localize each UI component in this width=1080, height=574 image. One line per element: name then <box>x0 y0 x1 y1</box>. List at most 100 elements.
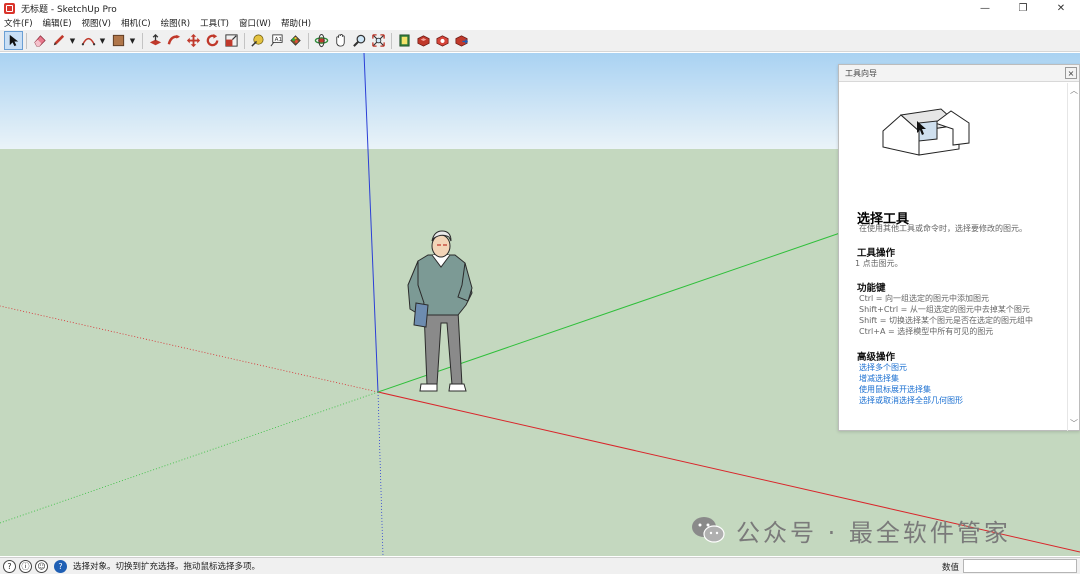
menu-tools[interactable]: 工具(T) <box>200 17 229 29</box>
ops-step: 1 点击图元。 <box>855 259 903 268</box>
pencil-icon <box>53 34 65 46</box>
menu-bar: 文件(F) 编辑(E) 视图(V) 相机(C) 绘图(R) 工具(T) 窗口(W… <box>0 16 1080 30</box>
scroll-up-icon[interactable]: ︿ <box>1070 85 1078 96</box>
menu-edit[interactable]: 编辑(E) <box>43 17 72 29</box>
panel-close-button[interactable]: × <box>1065 67 1077 79</box>
toolbar-separator <box>391 32 392 49</box>
share-model-button[interactable] <box>452 31 471 50</box>
eraser-tool-button[interactable] <box>30 31 49 50</box>
key-shift: Shift = 切换选择某个图元是否在选定的图元组中 <box>859 316 1033 325</box>
move-tool-button[interactable] <box>184 31 203 50</box>
select-icon <box>9 34 19 47</box>
toolbar-separator <box>142 32 143 49</box>
advanced-heading: 高级操作 <box>857 352 896 363</box>
main-toolbar: ▼ ▼ ▼ A1 <box>0 30 1080 52</box>
key-shift-ctrl: Shift+Ctrl = 从一组选定的图元中去掉某个图元 <box>859 305 1030 314</box>
extension-manager-button[interactable] <box>433 31 452 50</box>
rectangle-dropdown[interactable]: ▼ <box>128 31 137 50</box>
link-expand-selection[interactable]: 使用鼠标展开选择集 <box>859 384 931 395</box>
sketchup-logo-icon <box>4 2 15 14</box>
zoom-extents-icon <box>372 34 385 47</box>
push-pull-icon <box>149 33 162 46</box>
scale-icon <box>225 34 238 47</box>
menu-view[interactable]: 视图(V) <box>82 17 111 29</box>
watermark-text: 公众号 · 最全软件管家 <box>736 518 1011 547</box>
menu-draw[interactable]: 绘图(R) <box>161 17 191 29</box>
tool-description: 在使用其他工具或命令时，选择要修改的图元。 <box>859 224 1027 233</box>
arc-dropdown[interactable]: ▼ <box>98 31 107 50</box>
pencil-tool-button[interactable] <box>49 31 68 50</box>
arc-icon <box>81 37 96 46</box>
zoom-tool-button[interactable] <box>350 31 369 50</box>
help-icon[interactable]: ? <box>54 559 67 573</box>
panel-header: 工具向导 <box>839 65 1079 82</box>
geo-location-icon[interactable]: ? <box>3 559 16 573</box>
extension-icon <box>417 35 430 47</box>
rectangle-icon <box>112 34 125 47</box>
menu-window[interactable]: 窗口(W) <box>239 17 271 29</box>
select-tool-illustration <box>882 108 970 156</box>
move-icon <box>186 33 201 48</box>
panel-content: 选择工具 在使用其他工具或命令时，选择要修改的图元。 工具操作 1 点击图元。 … <box>839 83 1067 431</box>
paint-bucket-tool-button[interactable] <box>286 31 305 50</box>
menu-help[interactable]: 帮助(H) <box>281 17 311 29</box>
3d-warehouse-button[interactable] <box>395 31 414 50</box>
measurements-input[interactable] <box>963 559 1077 573</box>
orbit-tool-button[interactable] <box>312 31 331 50</box>
status-message: 选择对象。切换到扩充选择。拖动鼠标选择多项。 <box>73 562 261 572</box>
title-bar: 无标题 - SketchUp Pro — ❐ ✕ <box>0 0 1080 16</box>
key-ctrl: Ctrl = 向一组选定的图元中添加图元 <box>859 294 990 303</box>
keys-heading: 功能键 <box>857 283 886 294</box>
toolbar-separator <box>244 32 245 49</box>
toolbar-separator <box>26 32 27 49</box>
eraser-icon <box>34 35 46 47</box>
scale-tool-button[interactable] <box>222 31 241 50</box>
key-ctrl-a: Ctrl+A = 选择模型中所有可见的图元 <box>859 327 994 336</box>
maximize-button[interactable]: ❐ <box>1004 0 1042 16</box>
close-button[interactable]: ✕ <box>1042 0 1080 16</box>
paint-bucket-icon <box>290 35 301 46</box>
rotate-tool-button[interactable] <box>203 31 222 50</box>
user-icon[interactable]: ☺ <box>35 559 48 573</box>
extension-manager-icon <box>436 35 449 47</box>
panel-scrollbar[interactable]: ︿ ﹀ <box>1067 83 1079 431</box>
rotate-icon <box>206 33 219 47</box>
share-icon <box>455 35 469 47</box>
push-pull-tool-button[interactable] <box>146 31 165 50</box>
pencil-dropdown[interactable]: ▼ <box>68 31 77 50</box>
extension-warehouse-button[interactable] <box>414 31 433 50</box>
warehouse-icon <box>399 34 410 47</box>
measurements-label: 数值 <box>942 563 960 573</box>
menu-camera[interactable]: 相机(C) <box>121 17 151 29</box>
window-controls: — ❐ ✕ <box>966 0 1080 16</box>
instructor-panel: 工具向导 × 选择工具 在使用其他工具或命令时，选择要修改的图元。 工具操作 1… <box>838 64 1080 431</box>
select-tool-button[interactable] <box>4 31 23 50</box>
panel-title: 工具向导 <box>845 68 877 78</box>
menu-file[interactable]: 文件(F) <box>4 17 33 29</box>
pan-icon <box>336 33 345 47</box>
link-select-multiple[interactable]: 选择多个图元 <box>859 362 907 373</box>
status-bar: ? ⓘ ☺ ? 选择对象。切换到扩充选择。拖动鼠标选择多项。 数值 <box>0 557 1080 574</box>
text-tool-button[interactable]: A1 <box>267 31 286 50</box>
pan-tool-button[interactable] <box>331 31 350 50</box>
zoom-extents-tool-button[interactable] <box>369 31 388 50</box>
window-title: 无标题 - SketchUp Pro <box>21 4 117 15</box>
follow-me-icon <box>167 34 181 45</box>
zoom-icon <box>353 34 366 47</box>
rectangle-tool-button[interactable] <box>109 31 128 50</box>
watermark: 公众号 · 最全软件管家 <box>690 512 1011 548</box>
credits-icon[interactable]: ⓘ <box>19 559 32 573</box>
arc-tool-button[interactable] <box>79 31 98 50</box>
link-select-all[interactable]: 选择或取消选择全部几何图形 <box>859 395 963 406</box>
toolbar-separator <box>308 32 309 49</box>
ops-heading: 工具操作 <box>857 248 896 259</box>
scroll-down-icon[interactable]: ﹀ <box>1070 418 1078 429</box>
follow-me-tool-button[interactable] <box>165 31 184 50</box>
minimize-button[interactable]: — <box>966 0 1004 16</box>
tape-measure-icon <box>251 34 264 47</box>
orbit-icon <box>314 33 329 48</box>
svg-text:A1: A1 <box>275 37 283 43</box>
link-modify-selection[interactable]: 增减选择集 <box>859 373 899 384</box>
wechat-logo-icon <box>692 517 725 543</box>
tape-measure-tool-button[interactable] <box>248 31 267 50</box>
